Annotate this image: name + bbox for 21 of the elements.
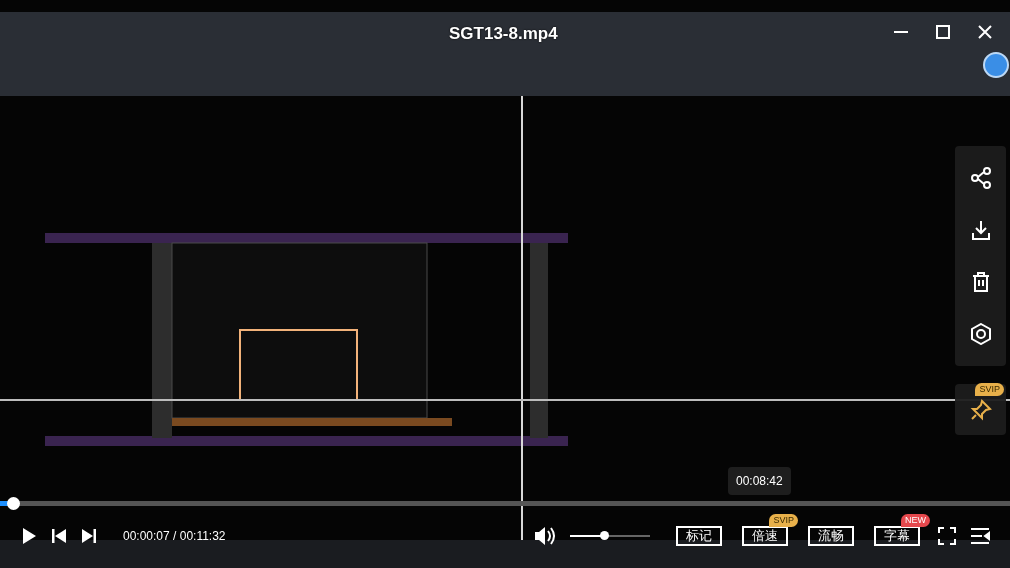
player-button[interactable]: 标记: [676, 526, 722, 546]
hexagon-icon[interactable]: [969, 323, 992, 345]
play-icon[interactable]: [21, 527, 37, 545]
next-icon[interactable]: [81, 528, 97, 544]
volume-icon[interactable]: [534, 526, 556, 546]
volume-thumb[interactable]: [599, 531, 609, 540]
playback-time: 00:00:07 / 00:11:32: [123, 529, 226, 543]
close-icon[interactable]: [977, 24, 993, 40]
share-icon[interactable]: [969, 167, 992, 189]
fullscreen-icon[interactable]: [938, 527, 956, 545]
svip-badge: SVIP: [975, 383, 1004, 396]
button-badge: SVIP: [769, 514, 798, 527]
pin-icon[interactable]: [969, 398, 992, 421]
playlist-icon[interactable]: [970, 527, 990, 545]
player-button[interactable]: 流畅: [808, 526, 854, 546]
button-badge: NEW: [901, 514, 930, 527]
previous-icon[interactable]: [51, 528, 67, 544]
time-tooltip: 00:08:42: [728, 467, 791, 495]
maximize-icon[interactable]: [935, 24, 951, 40]
download-icon[interactable]: [969, 219, 992, 241]
video-title: SGT13-8.mp4: [449, 24, 558, 44]
